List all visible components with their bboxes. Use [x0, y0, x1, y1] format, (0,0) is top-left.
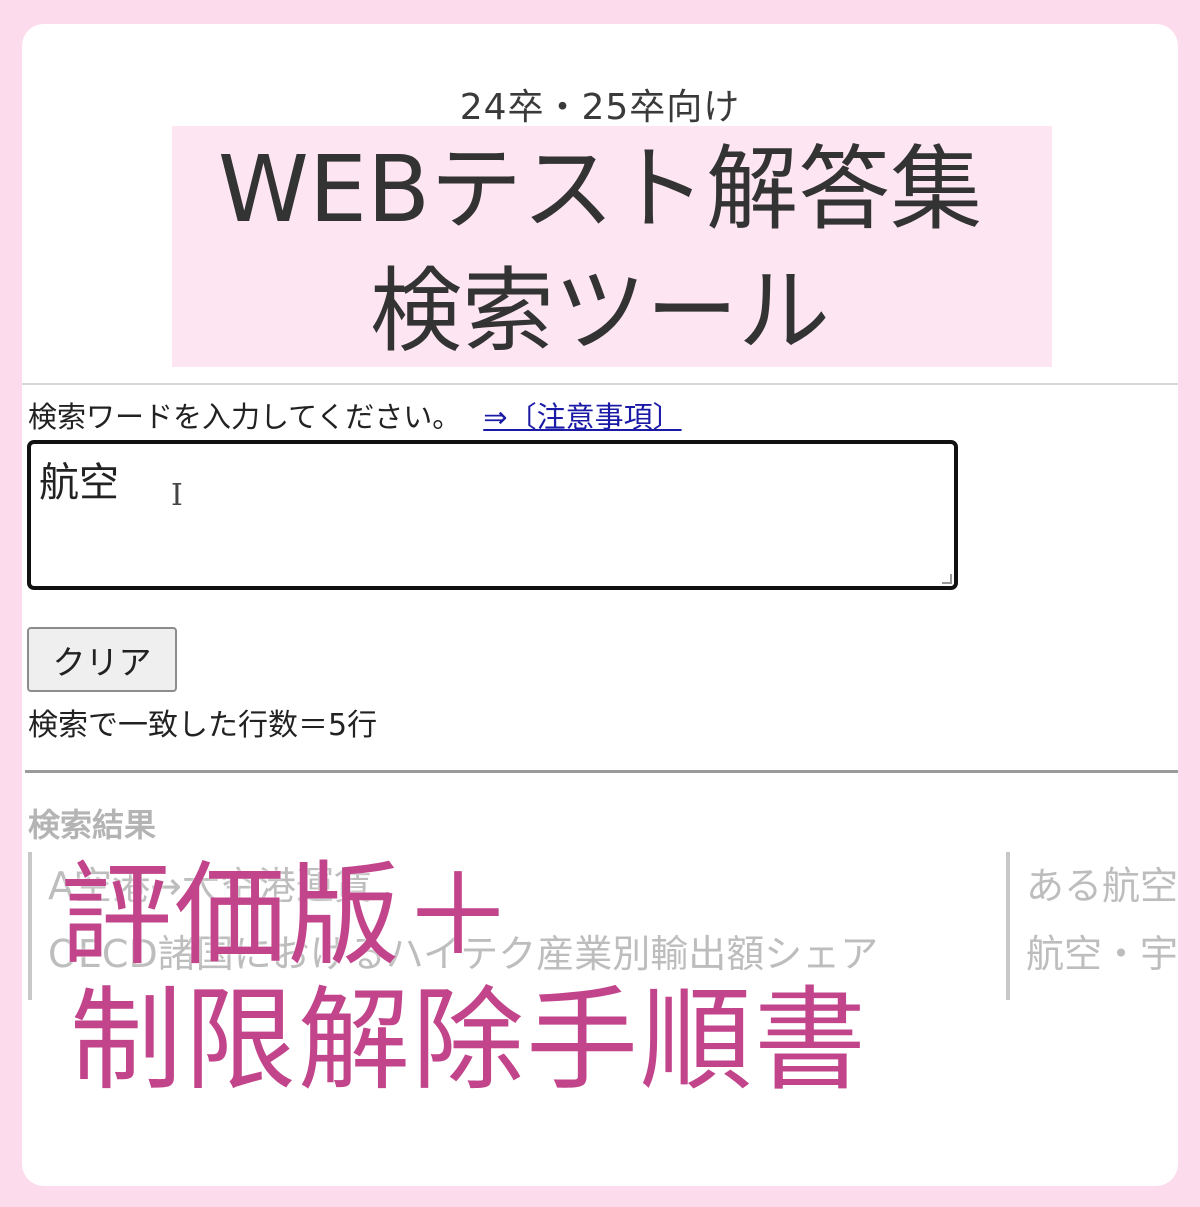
page-title-sub: 検索ツール — [369, 258, 830, 365]
header-divider — [22, 383, 1178, 385]
result-item[interactable]: 航空・宇 — [1026, 920, 1178, 988]
clear-button[interactable]: クリア — [27, 627, 177, 692]
overlay-caption-line2: 制限解除手順書 — [70, 976, 868, 1106]
overlay-caption-line1: 評価版＋ — [60, 851, 516, 981]
notice-link[interactable]: ⇒〔注意事項〕 — [483, 400, 681, 434]
text-cursor-icon: I — [171, 478, 183, 513]
search-prompt: 検索ワードを入力してください。 — [28, 400, 462, 434]
target-subtitle: 24卒・25卒向け — [459, 87, 741, 128]
results-column-2: ある航空 航空・宇 — [1006, 852, 1178, 1000]
search-input-value: 航空 — [39, 460, 119, 506]
result-item[interactable]: ある航空 — [1026, 852, 1178, 920]
results-heading: 検索結果 — [28, 806, 157, 844]
page-title: WEBテスト解答集 — [217, 136, 983, 243]
search-input[interactable]: 航空 I — [27, 440, 958, 590]
search-prompt-row: 検索ワードを入力してください。 ⇒〔注意事項〕 — [28, 394, 682, 436]
results-divider — [25, 770, 1178, 773]
resize-grip-icon[interactable] — [942, 574, 952, 584]
match-count: 検索で一致した行数＝5行 — [28, 708, 378, 743]
